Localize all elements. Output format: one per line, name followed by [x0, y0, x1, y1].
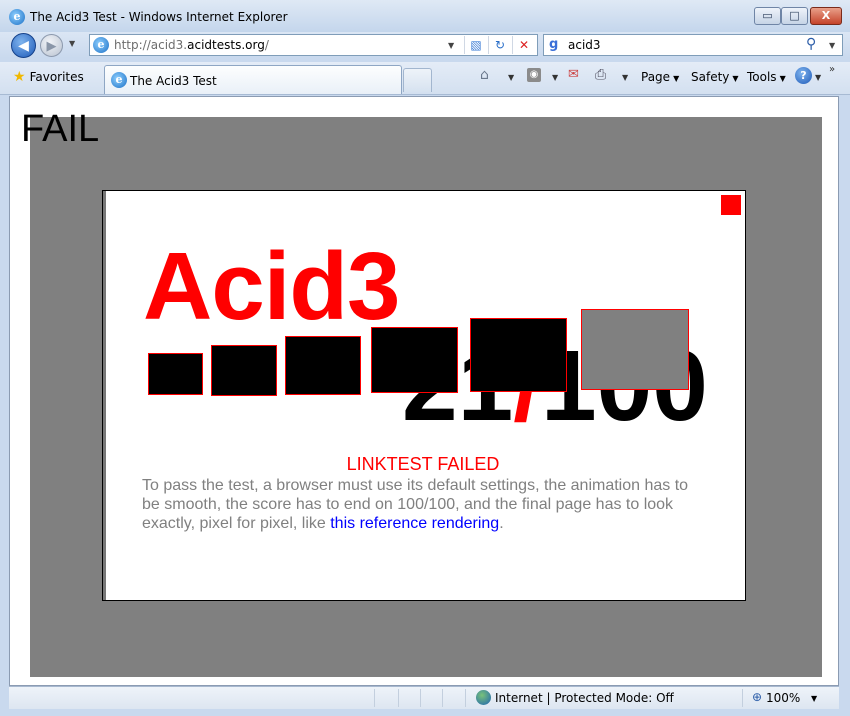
globe-icon — [476, 690, 491, 705]
tools-menu-label: Tools — [747, 70, 777, 84]
print-dropdown-icon[interactable]: ▼ — [622, 73, 628, 82]
refresh-icon[interactable]: ↻ — [488, 36, 511, 54]
address-prefix: http://acid3. — [114, 38, 188, 52]
favorites-star-icon: ★ — [13, 69, 26, 85]
tab-command-bar: ★ Favorites e The Acid3 Test ⌂ ▼ ◉ ▼ ✉ ⎙ … — [0, 62, 850, 95]
minimize-button[interactable]: ▭ — [754, 7, 781, 25]
address-suffix: / — [264, 38, 269, 52]
ie-icon: e — [9, 9, 25, 25]
address-dropdown-icon[interactable]: ▼ — [448, 41, 454, 50]
status-divider — [442, 689, 443, 707]
stop-icon[interactable]: ✕ — [512, 36, 535, 54]
acid3-card: Acid3 21/100 LINKTEST FAILED To pass the… — [102, 190, 746, 601]
mail-icon[interactable]: ✉ — [568, 67, 579, 82]
status-divider — [465, 689, 466, 707]
close-button[interactable]: X — [810, 7, 842, 25]
test-bucket-2 — [211, 345, 277, 396]
help-dropdown-icon[interactable]: ▼ — [815, 73, 821, 82]
compat-view-icon[interactable]: ▧ — [464, 36, 487, 54]
maximize-button[interactable]: □ — [781, 7, 808, 25]
safety-menu[interactable]: Safety ▼ — [691, 70, 739, 84]
status-bar: Internet | Protected Mode: Off ⊕ 100% ▼ — [9, 686, 839, 709]
home-icon[interactable]: ⌂ — [480, 67, 489, 83]
chevron-down-icon: ▼ — [732, 74, 739, 83]
search-options-dropdown-icon[interactable]: ▼ — [829, 41, 835, 50]
tab-label: The Acid3 Test — [130, 74, 217, 88]
acid3-stage-content: Acid3 21/100 LINKTEST FAILED To pass the… — [30, 117, 822, 677]
reference-rendering-link[interactable]: this reference rendering — [330, 515, 499, 532]
print-icon[interactable]: ⎙ — [595, 67, 606, 83]
page-menu-label: Page — [641, 70, 671, 84]
zoom-dropdown-icon[interactable]: ▼ — [811, 694, 817, 703]
address-domain: acidtests.org — [187, 38, 265, 52]
instructions-text: To pass the test, a browser must use its… — [142, 476, 707, 533]
forward-icon[interactable]: ▶ — [40, 34, 63, 57]
test-bucket-5 — [470, 318, 567, 392]
result-message: LINKTEST FAILED — [346, 454, 500, 474]
navigation-bar: ◀ ▶ ▼ e http://acid3.acidtests.org/ ▼ ▧ … — [0, 32, 850, 58]
acid3-title: Acid3 — [143, 233, 400, 340]
page-viewport[interactable]: FAIL Acid3 21/100 LINKTEST FAILED To pas… — [9, 96, 839, 686]
favorites-button[interactable]: ★ Favorites — [9, 67, 90, 88]
chevron-down-icon: ▼ — [779, 74, 786, 83]
zoom-icon: ⊕ — [752, 690, 763, 704]
help-icon[interactable]: ? — [795, 67, 812, 84]
ie-icon: e — [93, 37, 109, 53]
ie-icon: e — [111, 72, 127, 88]
address-input[interactable]: http://acid3.acidtests.org/ — [114, 38, 269, 52]
security-zone[interactable]: Internet | Protected Mode: Off — [495, 691, 674, 705]
back-icon[interactable]: ◀ — [11, 33, 36, 58]
new-tab-button[interactable] — [403, 68, 432, 92]
status-divider — [420, 689, 421, 707]
instructions-end: . — [499, 515, 504, 532]
search-input[interactable]: acid3 — [568, 38, 601, 52]
zoom-level[interactable]: 100% — [766, 691, 800, 705]
tab-acid3-test[interactable]: e The Acid3 Test — [104, 65, 402, 94]
recent-pages-dropdown-icon[interactable]: ▼ — [69, 39, 75, 48]
window-titlebar: e The Acid3 Test - Windows Internet Expl… — [0, 0, 850, 33]
rss-dropdown-icon[interactable]: ▼ — [552, 73, 558, 82]
tools-menu[interactable]: Tools ▼ — [747, 70, 786, 84]
safety-menu-label: Safety — [691, 70, 730, 84]
test-bucket-4 — [371, 327, 458, 393]
test-bucket-6 — [581, 309, 689, 390]
rss-icon[interactable]: ◉ — [527, 68, 541, 82]
red-square — [721, 195, 741, 215]
favorites-label: Favorites — [29, 70, 84, 84]
more-commands-chevron-icon[interactable]: » — [829, 64, 835, 75]
search-box[interactable]: g acid3 ⚲ ▼ — [543, 34, 843, 56]
page-menu[interactable]: Page ▼ — [641, 70, 679, 84]
status-divider — [742, 689, 743, 707]
address-bar[interactable]: e http://acid3.acidtests.org/ ▼ ▧ ↻ ✕ — [89, 34, 538, 56]
test-bucket-3 — [285, 336, 361, 395]
home-dropdown-icon[interactable]: ▼ — [508, 73, 514, 82]
status-divider — [398, 689, 399, 707]
test-bucket-1 — [148, 353, 203, 395]
chevron-down-icon: ▼ — [673, 74, 680, 83]
status-divider — [374, 689, 375, 707]
card-shade — [103, 191, 106, 600]
window-title: The Acid3 Test - Windows Internet Explor… — [30, 10, 288, 24]
search-provider-icon: g — [549, 37, 559, 52]
search-icon[interactable]: ⚲ — [806, 36, 816, 52]
